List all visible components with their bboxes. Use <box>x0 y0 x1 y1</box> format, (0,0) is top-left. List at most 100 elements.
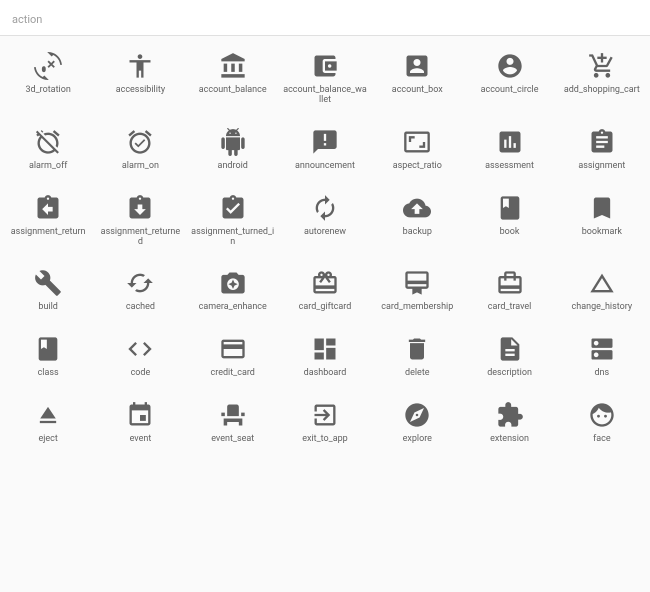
icon-label: aspect_ratio <box>393 162 442 172</box>
icon-cell-event[interactable]: event <box>96 397 184 449</box>
icon-cell-account_circle[interactable]: account_circle <box>465 48 553 110</box>
event-seat-icon <box>219 401 247 429</box>
icon-grid: 3d_rotationaccessibilityaccount_balancea… <box>0 36 650 449</box>
3d-rotation-icon <box>34 52 62 80</box>
icon-cell-face[interactable]: face <box>558 397 646 449</box>
icon-label: class <box>38 369 59 379</box>
icon-label: exit_to_app <box>302 435 347 445</box>
icon-label: explore <box>403 435 432 445</box>
alarm-on-icon <box>126 128 154 156</box>
event-icon <box>126 401 154 429</box>
description-icon <box>496 335 524 363</box>
assignment-return-icon <box>34 194 62 222</box>
code-icon <box>126 335 154 363</box>
icon-label: accessibility <box>116 86 165 96</box>
icon-label: 3d_rotation <box>25 86 70 96</box>
icon-label: account_balance <box>199 86 267 96</box>
icon-cell-card_giftcard[interactable]: card_giftcard <box>281 265 369 317</box>
icon-label: alarm_off <box>29 162 67 172</box>
icon-cell-account_box[interactable]: account_box <box>373 48 461 110</box>
icon-label: delete <box>405 369 430 379</box>
icon-label: bookmark <box>582 228 622 238</box>
icon-cell-announcement[interactable]: announcement <box>281 124 369 176</box>
icon-cell-description[interactable]: description <box>465 331 553 383</box>
icon-cell-exit_to_app[interactable]: exit_to_app <box>281 397 369 449</box>
icon-cell-assessment[interactable]: assessment <box>465 124 553 176</box>
icon-cell-android[interactable]: android <box>189 124 277 176</box>
icon-label: account_box <box>392 86 443 96</box>
icon-cell-credit_card[interactable]: credit_card <box>189 331 277 383</box>
icon-cell-account_balance_wallet[interactable]: account_balance_wallet <box>281 48 369 110</box>
accessibility-icon <box>126 52 154 80</box>
icon-label: announcement <box>295 162 355 172</box>
section-header: action <box>0 0 650 36</box>
icon-cell-card_membership[interactable]: card_membership <box>373 265 461 317</box>
icon-cell-add_shopping_cart[interactable]: add_shopping_cart <box>558 48 646 110</box>
icon-cell-event_seat[interactable]: event_seat <box>189 397 277 449</box>
icon-cell-change_history[interactable]: change_history <box>558 265 646 317</box>
icon-cell-build[interactable]: build <box>4 265 92 317</box>
icon-cell-code[interactable]: code <box>96 331 184 383</box>
book-icon <box>496 194 524 222</box>
icon-label: event <box>130 435 152 445</box>
icon-label: add_shopping_cart <box>564 86 640 96</box>
autorenew-icon <box>311 194 339 222</box>
icon-label: account_circle <box>481 86 539 96</box>
icon-cell-autorenew[interactable]: autorenew <box>281 190 369 252</box>
account-box-icon <box>403 52 431 80</box>
icon-cell-aspect_ratio[interactable]: aspect_ratio <box>373 124 461 176</box>
icon-cell-camera_enhance[interactable]: camera_enhance <box>189 265 277 317</box>
icon-label: code <box>131 369 151 379</box>
icon-label: card_giftcard <box>299 303 352 313</box>
icon-cell-book[interactable]: book <box>465 190 553 252</box>
icon-label: card_membership <box>381 303 453 313</box>
credit-card-icon <box>219 335 247 363</box>
icon-label: face <box>593 435 611 445</box>
icon-label: alarm_on <box>122 162 159 172</box>
icon-label: assignment_turned_in <box>191 228 275 248</box>
camera-enhance-icon <box>219 269 247 297</box>
icon-cell-dns[interactable]: dns <box>558 331 646 383</box>
icon-label: assignment_return <box>11 228 86 238</box>
icon-cell-accessibility[interactable]: accessibility <box>96 48 184 110</box>
icon-cell-alarm_off[interactable]: alarm_off <box>4 124 92 176</box>
icon-cell-alarm_on[interactable]: alarm_on <box>96 124 184 176</box>
icon-cell-assignment_return[interactable]: assignment_return <box>4 190 92 252</box>
icon-label: extension <box>490 435 529 445</box>
icon-label: autorenew <box>304 228 346 238</box>
assignment-icon <box>588 128 616 156</box>
icon-cell-cached[interactable]: cached <box>96 265 184 317</box>
icon-cell-dashboard[interactable]: dashboard <box>281 331 369 383</box>
assessment-icon <box>496 128 524 156</box>
icon-label: camera_enhance <box>199 303 267 313</box>
icon-cell-3d_rotation[interactable]: 3d_rotation <box>4 48 92 110</box>
icon-cell-assignment_returned[interactable]: assignment_returned <box>96 190 184 252</box>
bookmark-icon <box>588 194 616 222</box>
icon-cell-backup[interactable]: backup <box>373 190 461 252</box>
icon-cell-account_balance[interactable]: account_balance <box>189 48 277 110</box>
icon-cell-class[interactable]: class <box>4 331 92 383</box>
icon-cell-explore[interactable]: explore <box>373 397 461 449</box>
icon-label: assignment <box>578 162 625 172</box>
eject-icon <box>34 401 62 429</box>
icon-label: assessment <box>485 162 534 172</box>
icon-cell-eject[interactable]: eject <box>4 397 92 449</box>
class-icon <box>34 335 62 363</box>
icon-cell-extension[interactable]: extension <box>465 397 553 449</box>
extension-icon <box>496 401 524 429</box>
icon-label: change_history <box>572 303 633 313</box>
icon-label: event_seat <box>211 435 254 445</box>
dashboard-icon <box>311 335 339 363</box>
icon-cell-assignment_turned_in[interactable]: assignment_turned_in <box>189 190 277 252</box>
icon-cell-delete[interactable]: delete <box>373 331 461 383</box>
assignment-returned-icon <box>126 194 154 222</box>
explore-icon <box>403 401 431 429</box>
account-balance-wallet-icon <box>311 52 339 80</box>
icon-label: card_travel <box>488 303 532 313</box>
icon-cell-assignment[interactable]: assignment <box>558 124 646 176</box>
icon-cell-bookmark[interactable]: bookmark <box>558 190 646 252</box>
change-history-icon <box>588 269 616 297</box>
backup-icon <box>403 194 431 222</box>
icon-label: assignment_returned <box>98 228 182 248</box>
icon-cell-card_travel[interactable]: card_travel <box>465 265 553 317</box>
